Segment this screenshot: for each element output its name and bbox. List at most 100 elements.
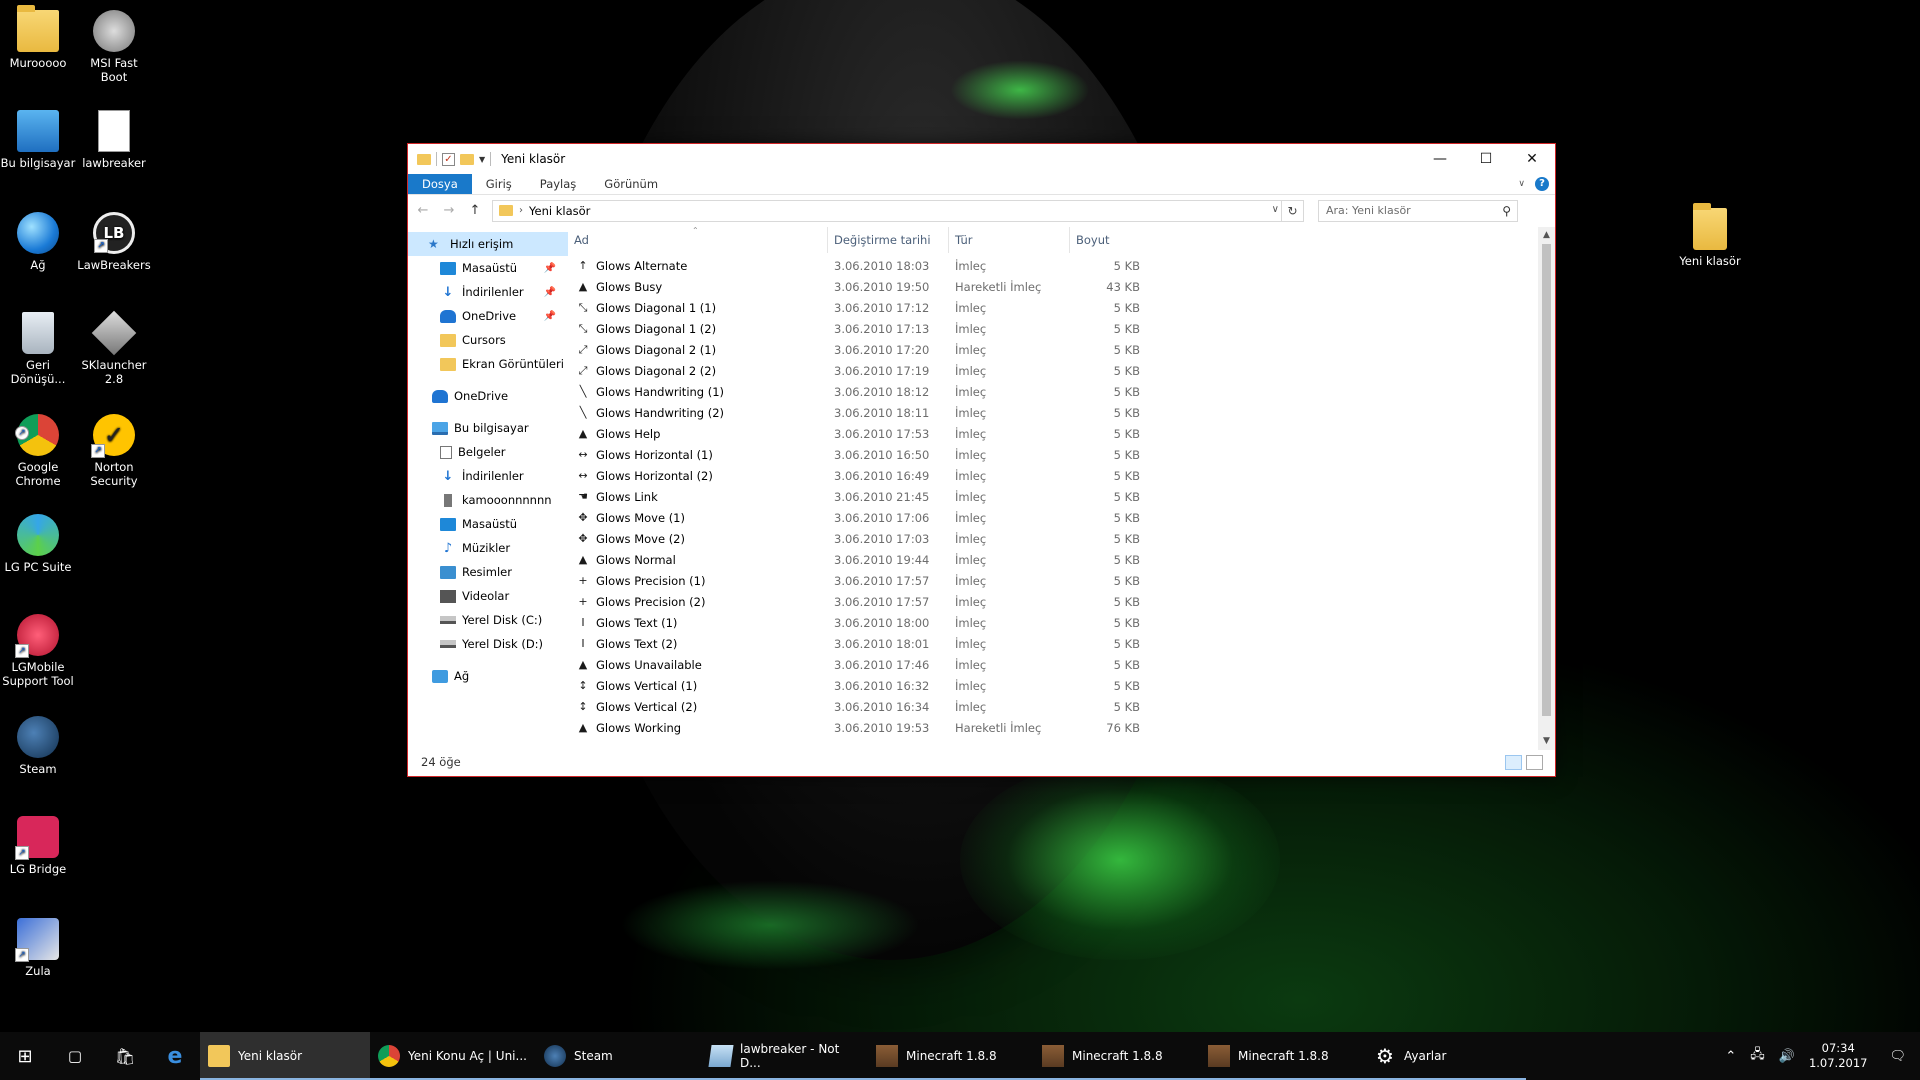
address-bar[interactable]: › Yeni klasör ∨ ↻	[492, 199, 1304, 222]
edge-icon[interactable]: e	[150, 1032, 200, 1080]
scroll-up-icon[interactable]: ▲	[1538, 227, 1555, 244]
table-row[interactable]: ▲ Glows Normal 3.06.2010 19:44 İmleç 5 KB	[568, 549, 1555, 570]
column-header-name[interactable]: ⌃ Ad	[568, 226, 828, 253]
nav-pictures[interactable]: Resimler	[408, 560, 568, 584]
table-row[interactable]: + Glows Precision (1) 3.06.2010 17:57 İmleç…	[568, 570, 1555, 591]
taskbar-app-1[interactable]: Yeni klasör	[200, 1032, 370, 1080]
table-row[interactable]: ↑ Glows Alternate 3.06.2010 18:03 İmleç 5 KB	[568, 255, 1555, 276]
title-bar[interactable]: ✓ ▼ Yeni klasör — ☐ ✕	[408, 144, 1555, 174]
large-icons-view-button[interactable]	[1526, 755, 1543, 770]
table-row[interactable]: ⤡ Glows Diagonal 1 (1) 3.06.2010 17:12 İmle…	[568, 297, 1555, 318]
nav-phone[interactable]: kamooonnnnnn	[408, 488, 568, 512]
desktop-icon-sklauncher[interactable]: SKlauncher 2.8	[76, 310, 152, 386]
table-row[interactable]: I Glows Text (2) 3.06.2010 18:01 İmleç 5 KB	[568, 633, 1555, 654]
volume-icon[interactable]: 🔊	[1779, 1049, 1795, 1064]
desktop-icon-lawbreaker-txt[interactable]: lawbreaker	[76, 110, 152, 170]
tab-gorunum[interactable]: Görünüm	[590, 174, 672, 194]
table-row[interactable]: ▲ Glows Working 3.06.2010 19:53 Hareketli İ…	[568, 717, 1555, 738]
details-view-button[interactable]	[1505, 755, 1522, 770]
table-row[interactable]: I Glows Text (1) 3.06.2010 18:00 İmleç 5 KB	[568, 612, 1555, 633]
taskbar-app-6[interactable]: Minecraft 1.8.8	[1034, 1032, 1200, 1080]
start-button[interactable]: ⊞	[0, 1032, 50, 1080]
nav-drive-d[interactable]: Yerel Disk (D:)	[408, 632, 568, 656]
desktop-icon-murooooo[interactable]: Murooooo	[0, 5, 76, 70]
nav-network[interactable]: Ağ	[408, 664, 568, 688]
nav-music[interactable]: ♪ Müzikler	[408, 536, 568, 560]
nav-onedrive[interactable]: OneDrive	[408, 384, 568, 408]
nav-drive-c[interactable]: Yerel Disk (C:)	[408, 608, 568, 632]
maximize-button[interactable]: ☐	[1463, 144, 1509, 174]
new-folder-icon[interactable]	[460, 153, 474, 165]
task-view-button[interactable]: ▢	[50, 1032, 100, 1080]
nav-this-pc[interactable]: Bu bilgisayar	[408, 416, 568, 440]
desktop-icon-lg-bridge[interactable]: LG Bridge	[0, 816, 76, 876]
desktop-icon-norton[interactable]: ✓ Norton Security	[76, 414, 152, 488]
desktop-icon-yeni-klasor[interactable]: Yeni klasör	[1672, 203, 1748, 268]
refresh-button[interactable]: ↻	[1281, 200, 1303, 221]
table-row[interactable]: ▲ Glows Busy 3.06.2010 19:50 Hareketli İmle…	[568, 276, 1555, 297]
column-header-date[interactable]: Değiştirme tarihi	[828, 227, 949, 253]
taskbar-app-3[interactable]: Steam	[536, 1032, 702, 1080]
desktop-icon-zula[interactable]: Zula	[0, 918, 76, 978]
desktop-icon-lgmobile[interactable]: LGMobile Support Tool	[0, 614, 76, 688]
taskbar-app-2[interactable]: Yeni Konu Aç | Uni...	[370, 1032, 536, 1080]
search-input[interactable]: Ara: Yeni klasör ⚲	[1318, 199, 1518, 222]
notification-icon[interactable]: 🗨	[1881, 1049, 1914, 1064]
explorer-window[interactable]: ✓ ▼ Yeni klasör — ☐ ✕ Dosya Giriş Paylaş…	[407, 143, 1556, 777]
taskbar-app-4[interactable]: lawbreaker - Not D...	[702, 1032, 868, 1080]
nav-downloads-pc[interactable]: ↓ İndirilenler	[408, 464, 568, 488]
taskbar-app-5[interactable]: Minecraft 1.8.8	[868, 1032, 1034, 1080]
up-button[interactable]: ↑	[466, 203, 484, 218]
nav-desktop-pc[interactable]: Masaüstü	[408, 512, 568, 536]
back-button[interactable]: ←	[414, 203, 432, 218]
scrollbar-thumb[interactable]	[1542, 244, 1551, 716]
nav-downloads[interactable]: ↓ İndirilenler 📌	[408, 280, 568, 304]
nav-onedrive-quick[interactable]: OneDrive 📌	[408, 304, 568, 328]
clock[interactable]: 07:34 1.07.2017	[1809, 1041, 1868, 1071]
tab-dosya[interactable]: Dosya	[408, 174, 472, 194]
network-icon[interactable]: 🖧	[1750, 1045, 1765, 1067]
table-row[interactable]: ↕ Glows Vertical (1) 3.06.2010 16:32 İmleç 5…	[568, 675, 1555, 696]
desktop-icon-lawbreakers[interactable]: LB LawBreakers	[76, 212, 152, 272]
table-row[interactable]: ▲ Glows Unavailable 3.06.2010 17:46 İmleç 5 …	[568, 654, 1555, 675]
store-icon[interactable]: 🛍	[100, 1032, 150, 1080]
table-row[interactable]: ↕ Glows Vertical (2) 3.06.2010 16:34 İmleç 5…	[568, 696, 1555, 717]
vertical-scrollbar[interactable]: ▲ ▼	[1538, 227, 1555, 750]
address-dropdown-icon[interactable]: ∨	[1272, 204, 1279, 215]
table-row[interactable]: ↔ Glows Horizontal (1) 3.06.2010 16:50 İmle…	[568, 444, 1555, 465]
table-row[interactable]: ⤢ Glows Diagonal 2 (1) 3.06.2010 17:20 İmle…	[568, 339, 1555, 360]
nav-cursors[interactable]: Cursors	[408, 328, 568, 352]
taskbar-app-7[interactable]: Minecraft 1.8.8	[1200, 1032, 1366, 1080]
nav-videos[interactable]: Videolar	[408, 584, 568, 608]
minimize-button[interactable]: —	[1417, 144, 1463, 174]
column-header-type[interactable]: Tür	[949, 227, 1070, 253]
table-row[interactable]: ↔ Glows Horizontal (2) 3.06.2010 16:49 İmle…	[568, 465, 1555, 486]
nav-screenshots[interactable]: Ekran Görüntüleri	[408, 352, 568, 376]
table-row[interactable]: ╲ Glows Handwriting (1) 3.06.2010 18:12 İml…	[568, 381, 1555, 402]
table-row[interactable]: ✥ Glows Move (2) 3.06.2010 17:03 İmleç 5 KB	[568, 528, 1555, 549]
column-header-size[interactable]: Boyut	[1070, 227, 1140, 253]
table-row[interactable]: ⤢ Glows Diagonal 2 (2) 3.06.2010 17:19 İmle…	[568, 360, 1555, 381]
table-row[interactable]: ☚ Glows Link 3.06.2010 21:45 İmleç 5 KB	[568, 486, 1555, 507]
desktop-icon-chrome[interactable]: Google Chrome	[0, 414, 76, 488]
chevron-right-icon[interactable]: ›	[519, 205, 523, 216]
help-icon[interactable]: ?	[1535, 177, 1549, 191]
nav-quick-access[interactable]: ★ Hızlı erişim	[408, 232, 568, 256]
table-row[interactable]: ✥ Glows Move (1) 3.06.2010 17:06 İmleç 5 KB	[568, 507, 1555, 528]
desktop-icon-this-pc[interactable]: Bu bilgisayar	[0, 110, 76, 170]
desktop-icon-msi-fast-boot[interactable]: MSI Fast Boot	[76, 10, 152, 84]
desktop-icon-network[interactable]: Ağ	[0, 212, 76, 272]
desktop-icon-lg-pc-suite[interactable]: LG PC Suite	[0, 514, 76, 574]
tab-paylas[interactable]: Paylaş	[526, 174, 591, 194]
qat-dropdown-icon[interactable]: ▼	[479, 155, 485, 164]
expand-ribbon-icon[interactable]: ∨	[1518, 179, 1525, 189]
nav-desktop[interactable]: Masaüstü 📌	[408, 256, 568, 280]
close-button[interactable]: ✕	[1509, 144, 1555, 174]
desktop-icon-recycle-bin[interactable]: Geri Dönüşü...	[0, 312, 76, 386]
table-row[interactable]: ▲ Glows Help 3.06.2010 17:53 İmleç 5 KB	[568, 423, 1555, 444]
table-row[interactable]: ╲ Glows Handwriting (2) 3.06.2010 18:11 İml…	[568, 402, 1555, 423]
properties-icon[interactable]: ✓	[442, 152, 455, 166]
nav-documents[interactable]: Belgeler	[408, 440, 568, 464]
taskbar-app-8[interactable]: ⚙ Ayarlar	[1366, 1032, 1526, 1080]
chevron-up-icon[interactable]: ⌃	[1725, 1049, 1736, 1064]
